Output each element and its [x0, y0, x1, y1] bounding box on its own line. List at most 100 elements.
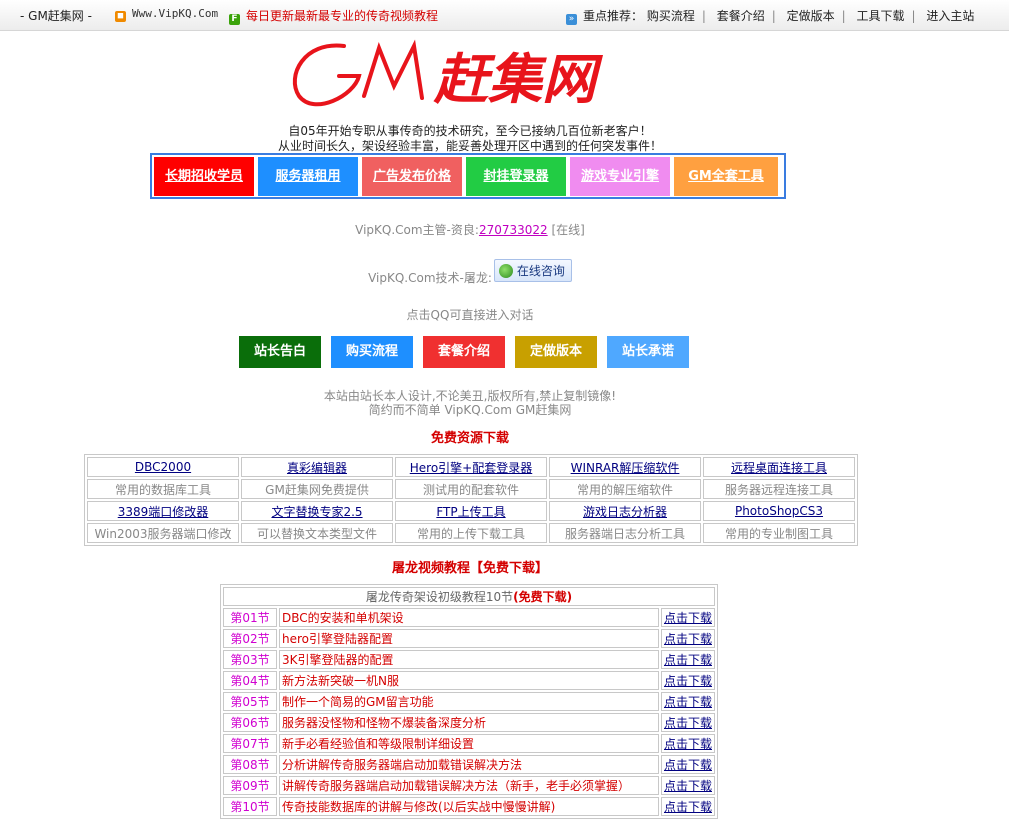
- tutorial-header-row: 屠龙传奇架设初级教程10节(免费下载): [223, 587, 715, 606]
- separator: |: [841, 9, 846, 23]
- download-link[interactable]: 点击下载: [664, 632, 712, 646]
- tool-desc: 服务器端日志分析工具: [549, 523, 701, 543]
- free-resources-title: 免费资源下载: [430, 431, 509, 446]
- tool-desc: 测试用的配套软件: [395, 479, 547, 499]
- download-link[interactable]: 点击下载: [664, 674, 712, 688]
- online-consult-button[interactable]: 在线咨询: [493, 259, 572, 282]
- tool-link-3389-port[interactable]: 3389端口修改器: [118, 505, 209, 519]
- download-link[interactable]: 点击下载: [664, 695, 712, 709]
- separator: |: [701, 9, 706, 23]
- tutorial-table: 屠龙传奇架设初级教程10节(免费下载) 第01节 DBC的安装和单机架设 点击下载 …: [220, 584, 718, 819]
- lesson-title: DBC的安装和单机架设: [279, 608, 659, 627]
- boss-status: [在线]: [551, 223, 585, 237]
- download-link[interactable]: 点击下载: [664, 800, 712, 814]
- top-nav-tools-download[interactable]: 工具下载: [857, 9, 905, 23]
- lesson-download-cell: 点击下载: [660, 797, 715, 816]
- boss-contact: VipKQ.Com主管-资良:270733022 [在线]: [0, 221, 940, 238]
- lesson-title: hero引擎登陆器配置: [279, 629, 659, 648]
- tutorial-header-text: 屠龙传奇架设初级教程10节: [365, 590, 514, 604]
- btn-owner-statement[interactable]: 站长告白: [239, 336, 321, 368]
- download-link[interactable]: 点击下载: [664, 611, 712, 625]
- tool-cell: 游戏日志分析器: [549, 501, 701, 521]
- tool-desc: 常用的解压缩软件: [549, 479, 701, 499]
- top-news-text: 每日更新最新最专业的传奇视频教程: [246, 9, 439, 23]
- tool-link-log-analyzer[interactable]: 游戏日志分析器: [583, 505, 667, 519]
- btn-owner-promise[interactable]: 站长承诺: [607, 336, 689, 368]
- lesson-number: 第01节: [223, 608, 277, 627]
- double-arrow-icon: »: [566, 14, 577, 25]
- menu-ad-pricing[interactable]: 广告发布价格: [362, 157, 462, 196]
- menu-recruit-students[interactable]: 长期招收学员: [154, 157, 254, 196]
- tech-label: VipKQ.Com技术-屠龙:: [368, 271, 492, 285]
- tool-link-winrar[interactable]: WINRAR解压缩软件: [571, 461, 680, 475]
- tools-row: DBC2000 真彩编辑器 Hero引擎+配套登录器 WINRAR解压缩软件 远…: [87, 457, 855, 477]
- top-site-text: Www.VipKQ.Com: [132, 7, 219, 20]
- menu-gm-tools[interactable]: GM全套工具: [674, 157, 778, 196]
- tool-cell: WINRAR解压缩软件: [549, 457, 701, 477]
- tools-desc-row: Win2003服务器端口修改 可以替换文本类型文件 常用的上传下载工具 服务器端…: [87, 523, 855, 543]
- tool-cell: 文字替换专家2.5: [241, 501, 393, 521]
- menu-server-rental[interactable]: 服务器租用: [258, 157, 358, 196]
- lesson-number: 第10节: [223, 797, 277, 816]
- lesson-number: 第04节: [223, 671, 277, 690]
- top-nav-packages[interactable]: 套餐介绍: [717, 9, 765, 23]
- lesson-number: 第03节: [223, 650, 277, 669]
- boss-qq-link[interactable]: 270733022: [479, 223, 548, 237]
- top-nav-main-site[interactable]: 进入主站: [926, 9, 974, 23]
- tool-desc: 常用的专业制图工具: [703, 523, 855, 543]
- tool-link-remote-desktop[interactable]: 远程桌面连接工具: [731, 461, 827, 475]
- tool-cell: DBC2000: [87, 457, 239, 477]
- tool-link-ftp[interactable]: FTP上传工具: [436, 505, 505, 519]
- tool-desc: GM赶集网免费提供: [241, 479, 393, 499]
- top-site-link[interactable]: ■ Www.VipKQ.Com: [115, 7, 218, 22]
- tool-cell: PhotoShopCS3: [703, 501, 855, 521]
- tool-cell: 3389端口修改器: [87, 501, 239, 521]
- menu-game-engine[interactable]: 游戏专业引擎: [570, 157, 670, 196]
- top-recommend-nav: » 重点推荐： 购买流程 | 套餐介绍 | 定做版本 | 工具下载 | 进入主站: [566, 7, 974, 25]
- copyright-line-2: 简约而不简单 VipKQ.Com GM赶集网: [368, 403, 572, 417]
- btn-purchase-flow[interactable]: 购买流程: [331, 336, 413, 368]
- menu-login-client[interactable]: 封挂登录器: [466, 157, 566, 196]
- download-link[interactable]: 点击下载: [664, 758, 712, 772]
- table-row: 第07节 新手必看经验值和等级限制详细设置 点击下载: [223, 734, 715, 753]
- tool-link-hero-engine[interactable]: Hero引擎+配套登录器: [410, 461, 532, 475]
- table-row: 第08节 分析讲解传奇服务器端启动加载错误解决方法 点击下载: [223, 755, 715, 774]
- tool-link-dbc2000[interactable]: DBC2000: [135, 460, 191, 474]
- lesson-download-cell: 点击下载: [660, 692, 715, 711]
- tools-table: DBC2000 真彩编辑器 Hero引擎+配套登录器 WINRAR解压缩软件 远…: [84, 454, 858, 546]
- top-home-label[interactable]: - GM赶集网 -: [20, 7, 92, 24]
- lesson-download-cell: 点击下载: [660, 755, 715, 774]
- download-link[interactable]: 点击下载: [664, 737, 712, 751]
- top-nav-purchase-flow[interactable]: 购买流程: [647, 9, 695, 23]
- tool-link-text-replace[interactable]: 文字替换专家2.5: [271, 505, 362, 519]
- download-link[interactable]: 点击下载: [664, 653, 712, 667]
- recommend-label: 重点推荐：: [583, 9, 644, 23]
- qq-icon: [498, 264, 513, 278]
- table-row: 第06节 服务器没怪物和怪物不爆装备深度分析 点击下载: [223, 713, 715, 732]
- table-row: 第01节 DBC的安装和单机架设 点击下载: [223, 608, 715, 627]
- top-bar: - GM赶集网 - ■ Www.VipKQ.Com F 每日更新最新最专业的传奇视频…: [0, 0, 1009, 31]
- btn-custom-version[interactable]: 定做版本: [515, 336, 597, 368]
- lesson-download-cell: 点击下载: [660, 671, 715, 690]
- bookmark-icon: ■: [115, 11, 126, 22]
- tool-desc: Win2003服务器端口修改: [87, 523, 239, 543]
- btn-packages[interactable]: 套餐介绍: [423, 336, 505, 368]
- tool-link-photoshop[interactable]: PhotoShopCS3: [735, 504, 823, 518]
- table-row: 第10节 传奇技能数据库的讲解与修改(以后实战中慢慢讲解) 点击下载: [223, 797, 715, 816]
- consult-label: 在线咨询: [516, 264, 565, 278]
- table-row: 第04节 新方法新突破一机N服 点击下载: [223, 671, 715, 690]
- download-link[interactable]: 点击下载: [664, 779, 712, 793]
- lesson-title: 制作一个简易的GM留言功能: [279, 692, 659, 711]
- download-link[interactable]: 点击下载: [664, 716, 712, 730]
- tools-row: 3389端口修改器 文字替换专家2.5 FTP上传工具 游戏日志分析器 Phot…: [87, 501, 855, 521]
- top-nav-custom-version[interactable]: 定做版本: [787, 9, 835, 23]
- qq-hint: 点击QQ可直接进入对话: [406, 308, 534, 322]
- lesson-title: 3K引擎登陆器的配置: [279, 650, 659, 669]
- lesson-title: 分析讲解传奇服务器端启动加载错误解决方法: [279, 755, 659, 774]
- lesson-download-cell: 点击下载: [660, 608, 715, 627]
- lesson-download-cell: 点击下载: [660, 713, 715, 732]
- top-news-link[interactable]: F 每日更新最新最专业的传奇视频教程: [229, 7, 438, 25]
- tool-link-color-editor[interactable]: 真彩编辑器: [287, 461, 347, 475]
- lesson-number: 第07节: [223, 734, 277, 753]
- lesson-title: 服务器没怪物和怪物不爆装备深度分析: [279, 713, 659, 732]
